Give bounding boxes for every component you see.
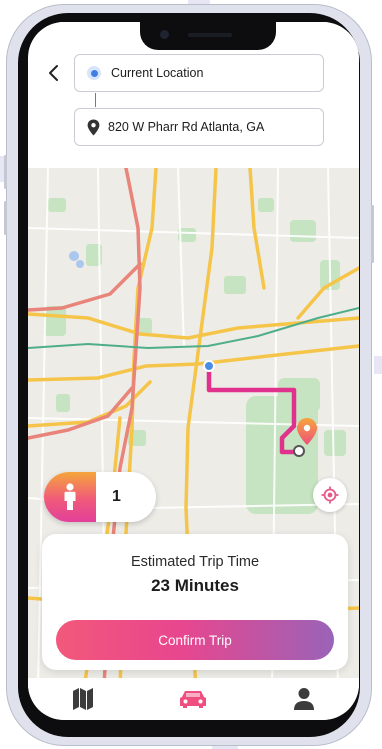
- car-icon: [180, 691, 207, 708]
- profile-icon: [293, 688, 314, 710]
- destination-label: 820 W Pharr Rd Atlanta, GA: [108, 120, 265, 134]
- nav-profile[interactable]: [284, 683, 324, 715]
- app-screen: Current Location 820 W Pharr Rd Atlanta,…: [28, 22, 359, 720]
- destination-end-marker: [293, 445, 305, 457]
- camera: [160, 30, 169, 39]
- map-icon: [73, 688, 94, 710]
- speaker: [188, 33, 232, 37]
- back-button[interactable]: [42, 60, 64, 86]
- background-accent: [374, 356, 382, 374]
- origin-field[interactable]: Current Location: [74, 54, 324, 92]
- rider-badge: [44, 472, 96, 522]
- nav-map[interactable]: [63, 683, 103, 715]
- map-pin-icon: [87, 119, 100, 136]
- recenter-button[interactable]: [313, 478, 347, 512]
- route-connector-line: [95, 93, 96, 107]
- rider-count: 1: [112, 488, 121, 505]
- destination-field[interactable]: 820 W Pharr Rd Atlanta, GA: [74, 108, 324, 146]
- trip-summary-card: Estimated Trip Time 23 Minutes Confirm T…: [42, 534, 348, 670]
- estimated-trip-time-value: 23 Minutes: [151, 576, 239, 595]
- side-button: [4, 155, 7, 189]
- person-icon: [64, 483, 76, 510]
- estimated-trip-time-label: Estimated Trip Time: [130, 554, 260, 570]
- origin-label: Current Location: [111, 66, 204, 80]
- current-location-dot-icon: [87, 66, 101, 80]
- chevron-left-icon: [49, 65, 58, 81]
- nav-ride[interactable]: [173, 683, 213, 715]
- bottom-navigation: [28, 678, 359, 720]
- origin-marker: [203, 360, 215, 372]
- notch: [140, 22, 276, 50]
- recenter-location-icon: [321, 486, 339, 504]
- rider-count-control[interactable]: 1: [44, 472, 156, 522]
- side-button: [371, 205, 374, 263]
- side-button: [4, 201, 7, 235]
- confirm-trip-button[interactable]: Confirm Trip: [56, 620, 334, 660]
